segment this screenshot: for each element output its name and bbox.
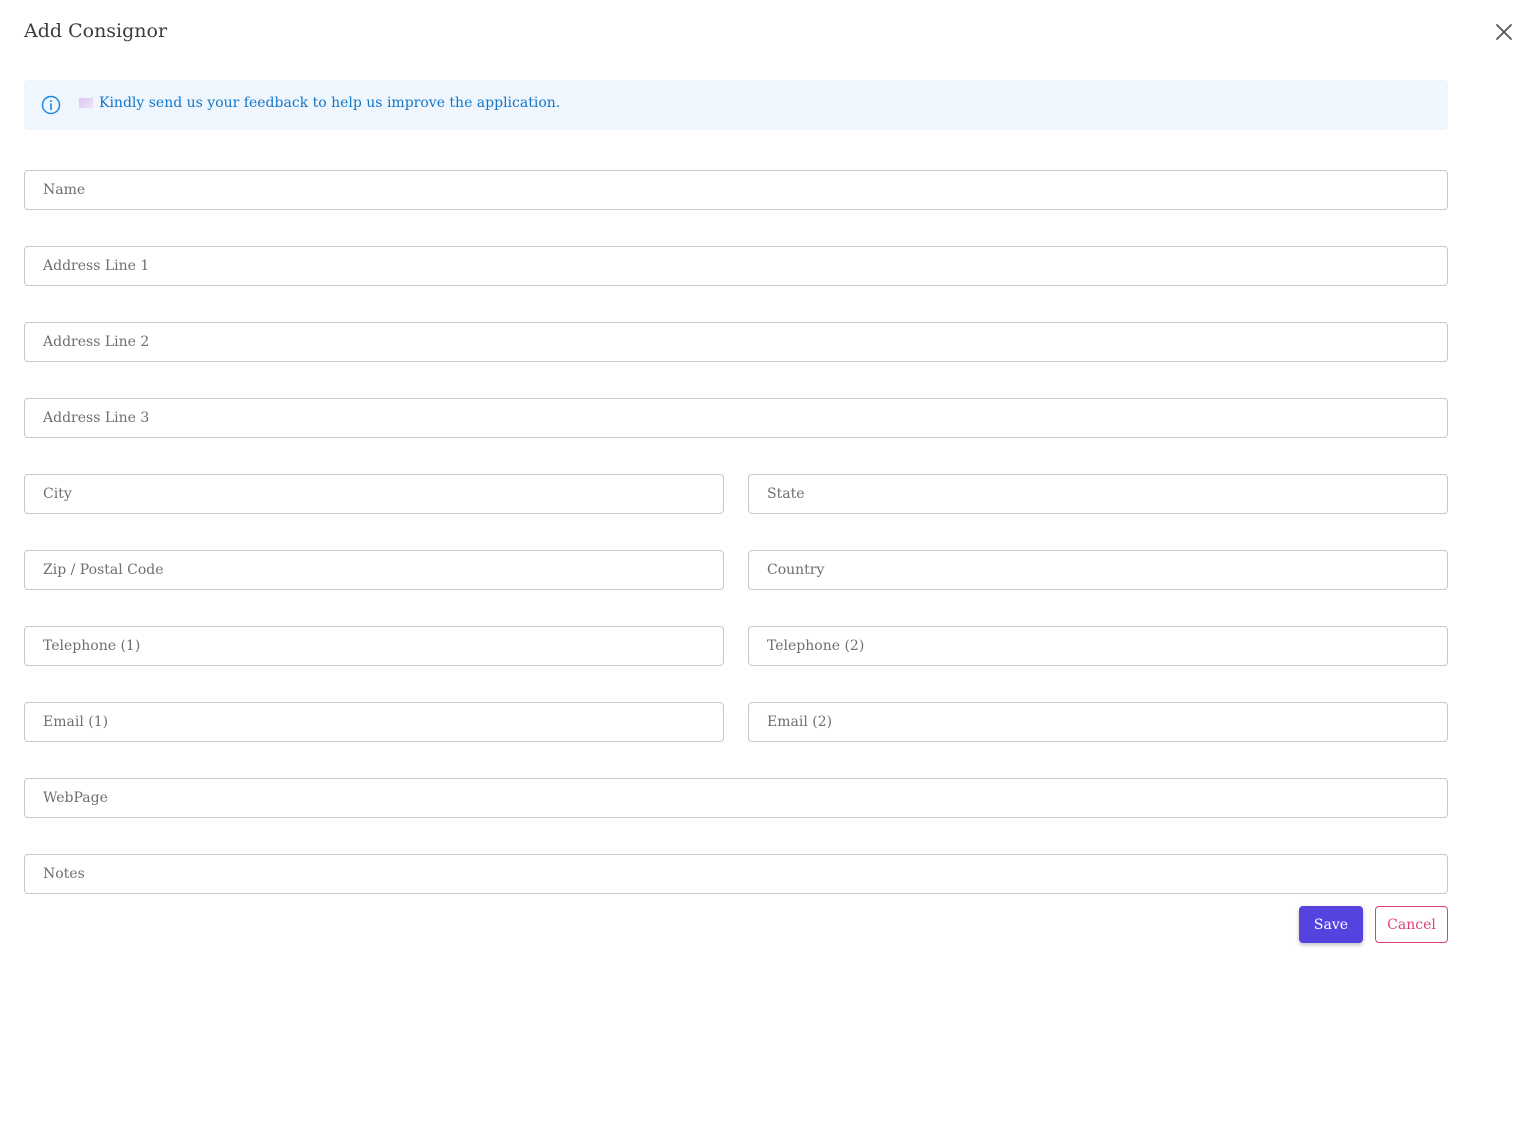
- email-1-input[interactable]: [25, 703, 723, 741]
- telephone-1-input[interactable]: [25, 627, 723, 665]
- feedback-banner: Kindly send us your feedback to help us …: [24, 80, 1448, 130]
- email-1-field: [24, 702, 724, 742]
- close-button[interactable]: [1490, 18, 1518, 46]
- country-field: [748, 550, 1448, 590]
- country-input[interactable]: [749, 551, 1447, 589]
- address-line-2-input[interactable]: [25, 323, 1447, 361]
- cancel-button[interactable]: Cancel: [1375, 906, 1448, 943]
- telephone-1-field: [24, 626, 724, 666]
- address-line-2-field: [24, 322, 1448, 362]
- state-field: [748, 474, 1448, 514]
- zip-input[interactable]: [25, 551, 723, 589]
- address-line-3-field: [24, 398, 1448, 438]
- email-2-field: [748, 702, 1448, 742]
- dialog-title: Add Consignor: [24, 20, 168, 42]
- address-line-1-field: [24, 246, 1448, 286]
- telephone-2-field: [748, 626, 1448, 666]
- close-icon: [1496, 24, 1512, 40]
- city-field: [24, 474, 724, 514]
- notes-input[interactable]: [25, 855, 1447, 893]
- telephone-2-input[interactable]: [749, 627, 1447, 665]
- notes-field: [24, 854, 1448, 894]
- webpage-input[interactable]: [25, 779, 1447, 817]
- email-2-input[interactable]: [749, 703, 1447, 741]
- feedback-flag-icon: [79, 98, 93, 108]
- save-button[interactable]: Save: [1299, 906, 1363, 943]
- add-consignor-dialog: Add Consignor Kindly send us your feedba…: [0, 0, 1536, 1136]
- zip-field: [24, 550, 724, 590]
- feedback-message[interactable]: Kindly send us your feedback to help us …: [99, 95, 560, 111]
- city-input[interactable]: [25, 475, 723, 513]
- address-line-3-input[interactable]: [25, 399, 1447, 437]
- info-icon: [41, 95, 61, 115]
- state-input[interactable]: [749, 475, 1447, 513]
- webpage-field: [24, 778, 1448, 818]
- name-field: [24, 170, 1448, 210]
- address-line-1-input[interactable]: [25, 247, 1447, 285]
- name-input[interactable]: [25, 171, 1447, 209]
